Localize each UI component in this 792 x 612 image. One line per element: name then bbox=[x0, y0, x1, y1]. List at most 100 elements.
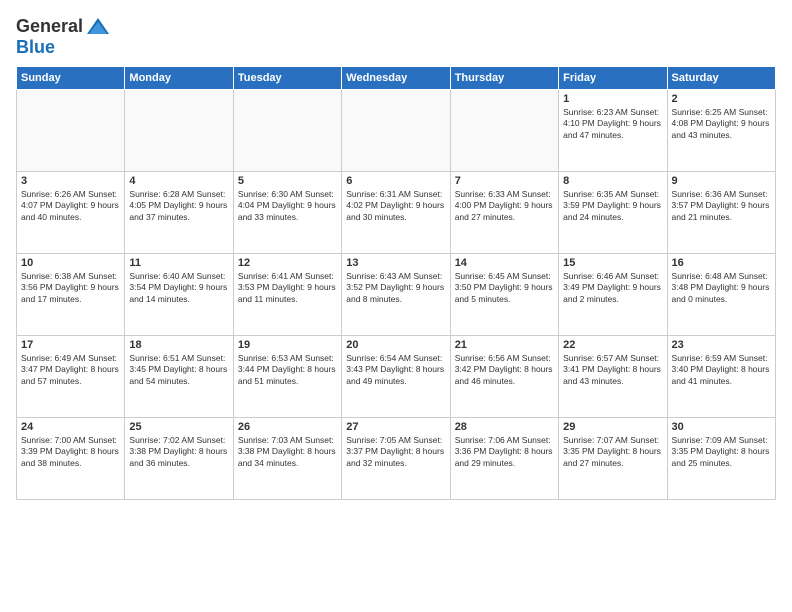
calendar-cell: 27 Sunrise: 7:05 AM Sunset: 3:37 PM Dayli… bbox=[342, 418, 450, 500]
day-number: 27 bbox=[346, 421, 445, 433]
day-info: Sunrise: 6:35 AM Sunset: 3:59 PM Dayligh… bbox=[563, 189, 662, 223]
calendar-cell: 20 Sunrise: 6:54 AM Sunset: 3:43 PM Dayli… bbox=[342, 336, 450, 418]
calendar-table: SundayMondayTuesdayWednesdayThursdayFrid… bbox=[16, 66, 776, 500]
day-number: 26 bbox=[238, 421, 337, 433]
day-info: Sunrise: 6:54 AM Sunset: 3:43 PM Dayligh… bbox=[346, 353, 445, 387]
calendar-cell: 6 Sunrise: 6:31 AM Sunset: 4:02 PM Daylig… bbox=[342, 172, 450, 254]
day-info: Sunrise: 6:43 AM Sunset: 3:52 PM Dayligh… bbox=[346, 271, 445, 305]
day-number: 4 bbox=[129, 175, 228, 187]
day-number: 7 bbox=[455, 175, 554, 187]
day-number: 25 bbox=[129, 421, 228, 433]
day-info: Sunrise: 6:23 AM Sunset: 4:10 PM Dayligh… bbox=[563, 107, 662, 141]
day-info: Sunrise: 6:38 AM Sunset: 3:56 PM Dayligh… bbox=[21, 271, 120, 305]
calendar-week-row: 10 Sunrise: 6:38 AM Sunset: 3:56 PM Dayli… bbox=[17, 254, 776, 336]
header: GeneralBlue bbox=[16, 12, 776, 58]
calendar-cell bbox=[125, 90, 233, 172]
calendar-cell: 2 Sunrise: 6:25 AM Sunset: 4:08 PM Daylig… bbox=[667, 90, 775, 172]
calendar-cell: 1 Sunrise: 6:23 AM Sunset: 4:10 PM Daylig… bbox=[559, 90, 667, 172]
calendar-cell: 14 Sunrise: 6:45 AM Sunset: 3:50 PM Dayli… bbox=[450, 254, 558, 336]
calendar-cell bbox=[342, 90, 450, 172]
calendar-cell: 10 Sunrise: 6:38 AM Sunset: 3:56 PM Dayli… bbox=[17, 254, 125, 336]
calendar-cell: 22 Sunrise: 6:57 AM Sunset: 3:41 PM Dayli… bbox=[559, 336, 667, 418]
day-info: Sunrise: 7:06 AM Sunset: 3:36 PM Dayligh… bbox=[455, 435, 554, 469]
calendar-week-row: 17 Sunrise: 6:49 AM Sunset: 3:47 PM Dayli… bbox=[17, 336, 776, 418]
weekday-header: Tuesday bbox=[233, 67, 341, 90]
day-number: 28 bbox=[455, 421, 554, 433]
day-info: Sunrise: 6:59 AM Sunset: 3:40 PM Dayligh… bbox=[672, 353, 771, 387]
page-container: GeneralBlue SundayMondayTuesdayWednesday… bbox=[0, 0, 792, 508]
day-info: Sunrise: 6:31 AM Sunset: 4:02 PM Dayligh… bbox=[346, 189, 445, 223]
day-info: Sunrise: 6:30 AM Sunset: 4:04 PM Dayligh… bbox=[238, 189, 337, 223]
calendar-cell: 8 Sunrise: 6:35 AM Sunset: 3:59 PM Daylig… bbox=[559, 172, 667, 254]
calendar-cell: 29Sunrise: 7:07 AM Sunset: 3:35 PM Dayli… bbox=[559, 418, 667, 500]
calendar-cell: 26 Sunrise: 7:03 AM Sunset: 3:38 PM Dayli… bbox=[233, 418, 341, 500]
day-info: Sunrise: 6:40 AM Sunset: 3:54 PM Dayligh… bbox=[129, 271, 228, 305]
calendar-cell: 28 Sunrise: 7:06 AM Sunset: 3:36 PM Dayli… bbox=[450, 418, 558, 500]
day-number: 6 bbox=[346, 175, 445, 187]
day-info: Sunrise: 6:53 AM Sunset: 3:44 PM Dayligh… bbox=[238, 353, 337, 387]
day-number: 19 bbox=[238, 339, 337, 351]
day-info: Sunrise: 6:57 AM Sunset: 3:41 PM Dayligh… bbox=[563, 353, 662, 387]
day-info: Sunrise: 7:05 AM Sunset: 3:37 PM Dayligh… bbox=[346, 435, 445, 469]
calendar-cell: 19 Sunrise: 6:53 AM Sunset: 3:44 PM Dayli… bbox=[233, 336, 341, 418]
logo-blue: Blue bbox=[16, 37, 55, 58]
weekday-header: Thursday bbox=[450, 67, 558, 90]
calendar-cell: 13 Sunrise: 6:43 AM Sunset: 3:52 PM Dayli… bbox=[342, 254, 450, 336]
day-number: 23 bbox=[672, 339, 771, 351]
calendar-cell: 9Sunrise: 6:36 AM Sunset: 3:57 PM Daylig… bbox=[667, 172, 775, 254]
calendar-week-row: 24 Sunrise: 7:00 AM Sunset: 3:39 PM Dayli… bbox=[17, 418, 776, 500]
calendar-week-row: 1 Sunrise: 6:23 AM Sunset: 4:10 PM Daylig… bbox=[17, 90, 776, 172]
day-number: 20 bbox=[346, 339, 445, 351]
day-info: Sunrise: 6:51 AM Sunset: 3:45 PM Dayligh… bbox=[129, 353, 228, 387]
calendar-cell: 21Sunrise: 6:56 AM Sunset: 3:42 PM Dayli… bbox=[450, 336, 558, 418]
day-number: 3 bbox=[21, 175, 120, 187]
day-number: 1 bbox=[563, 93, 662, 105]
weekday-header: Monday bbox=[125, 67, 233, 90]
calendar-cell: 4 Sunrise: 6:28 AM Sunset: 4:05 PM Daylig… bbox=[125, 172, 233, 254]
logo-general: General bbox=[16, 16, 83, 37]
weekday-header: Wednesday bbox=[342, 67, 450, 90]
day-number: 22 bbox=[563, 339, 662, 351]
day-info: Sunrise: 7:03 AM Sunset: 3:38 PM Dayligh… bbox=[238, 435, 337, 469]
day-number: 15 bbox=[563, 257, 662, 269]
calendar-cell: 12 Sunrise: 6:41 AM Sunset: 3:53 PM Dayli… bbox=[233, 254, 341, 336]
day-number: 18 bbox=[129, 339, 228, 351]
weekday-header: Friday bbox=[559, 67, 667, 90]
day-number: 8 bbox=[563, 175, 662, 187]
day-info: Sunrise: 6:26 AM Sunset: 4:07 PM Dayligh… bbox=[21, 189, 120, 223]
calendar-cell: 24 Sunrise: 7:00 AM Sunset: 3:39 PM Dayli… bbox=[17, 418, 125, 500]
day-number: 2 bbox=[672, 93, 771, 105]
calendar-cell: 7 Sunrise: 6:33 AM Sunset: 4:00 PM Daylig… bbox=[450, 172, 558, 254]
calendar-cell: 15Sunrise: 6:46 AM Sunset: 3:49 PM Dayli… bbox=[559, 254, 667, 336]
day-number: 5 bbox=[238, 175, 337, 187]
day-info: Sunrise: 7:00 AM Sunset: 3:39 PM Dayligh… bbox=[21, 435, 120, 469]
day-info: Sunrise: 6:25 AM Sunset: 4:08 PM Dayligh… bbox=[672, 107, 771, 141]
calendar-cell bbox=[450, 90, 558, 172]
day-number: 16 bbox=[672, 257, 771, 269]
day-number: 29 bbox=[563, 421, 662, 433]
calendar-week-row: 3 Sunrise: 6:26 AM Sunset: 4:07 PM Daylig… bbox=[17, 172, 776, 254]
day-number: 10 bbox=[21, 257, 120, 269]
weekday-header: Saturday bbox=[667, 67, 775, 90]
day-info: Sunrise: 7:02 AM Sunset: 3:38 PM Dayligh… bbox=[129, 435, 228, 469]
day-number: 11 bbox=[129, 257, 228, 269]
calendar-cell: 18 Sunrise: 6:51 AM Sunset: 3:45 PM Dayli… bbox=[125, 336, 233, 418]
day-number: 14 bbox=[455, 257, 554, 269]
day-info: Sunrise: 6:45 AM Sunset: 3:50 PM Dayligh… bbox=[455, 271, 554, 305]
day-info: Sunrise: 6:28 AM Sunset: 4:05 PM Dayligh… bbox=[129, 189, 228, 223]
calendar-cell: 11 Sunrise: 6:40 AM Sunset: 3:54 PM Dayli… bbox=[125, 254, 233, 336]
day-number: 24 bbox=[21, 421, 120, 433]
day-info: Sunrise: 6:36 AM Sunset: 3:57 PM Dayligh… bbox=[672, 189, 771, 223]
day-info: Sunrise: 6:41 AM Sunset: 3:53 PM Dayligh… bbox=[238, 271, 337, 305]
day-info: Sunrise: 6:56 AM Sunset: 3:42 PM Dayligh… bbox=[455, 353, 554, 387]
calendar-header-row: SundayMondayTuesdayWednesdayThursdayFrid… bbox=[17, 67, 776, 90]
day-number: 12 bbox=[238, 257, 337, 269]
calendar-cell: 16Sunrise: 6:48 AM Sunset: 3:48 PM Dayli… bbox=[667, 254, 775, 336]
calendar-cell: 23 Sunrise: 6:59 AM Sunset: 3:40 PM Dayli… bbox=[667, 336, 775, 418]
calendar-cell: 30Sunrise: 7:09 AM Sunset: 3:35 PM Dayli… bbox=[667, 418, 775, 500]
day-info: Sunrise: 6:33 AM Sunset: 4:00 PM Dayligh… bbox=[455, 189, 554, 223]
calendar-cell: 5 Sunrise: 6:30 AM Sunset: 4:04 PM Daylig… bbox=[233, 172, 341, 254]
day-info: Sunrise: 6:49 AM Sunset: 3:47 PM Dayligh… bbox=[21, 353, 120, 387]
day-number: 17 bbox=[21, 339, 120, 351]
day-number: 13 bbox=[346, 257, 445, 269]
